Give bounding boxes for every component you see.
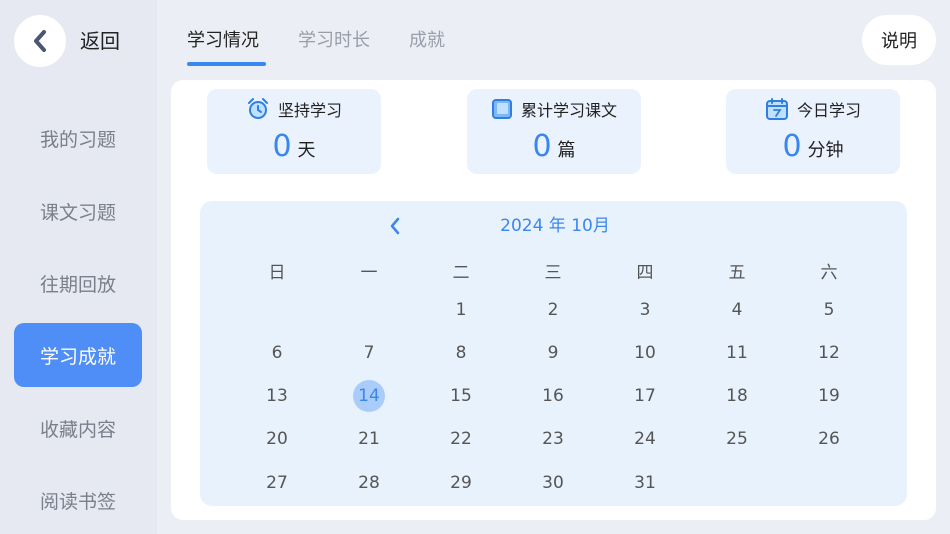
weekday-label: 二 — [452, 262, 470, 283]
calendar-day[interactable]: 27 — [259, 468, 295, 498]
calendar-day[interactable]: 18 — [719, 381, 755, 411]
weekday-label: 五 — [728, 262, 746, 283]
back-button[interactable] — [14, 15, 66, 67]
sidebar: 返回 我的习题 课文习题 往期回放 学习成就 收藏内容 阅读书签 — [0, 0, 157, 534]
calendar-day[interactable]: 2 — [535, 295, 571, 325]
stat-card-streak: 坚持学习 0 天 — [207, 89, 381, 174]
calendar-day[interactable]: 8 — [443, 338, 479, 368]
weekday-label: 一 — [360, 262, 378, 283]
weekday-label: 六 — [820, 262, 838, 283]
stat-value: 0 — [272, 129, 292, 164]
calendar-day[interactable]: 13 — [259, 381, 295, 411]
calendar-day[interactable]: 4 — [719, 295, 755, 325]
sidebar-item-replays[interactable]: 往期回放 — [14, 251, 142, 315]
calendar: 2024 年 10月 日一二三四五六 1 2 3 4 5 6 7 8 9 10 11 12 13 14 15 1… — [200, 201, 907, 506]
stat-unit: 分钟 — [807, 140, 844, 161]
weekday-label: 三 — [544, 262, 562, 283]
calendar-day[interactable]: 20 — [259, 424, 295, 454]
active-tab-indicator — [187, 62, 266, 66]
calendar-day[interactable]: 25 — [719, 424, 755, 454]
previous-month-button[interactable] — [384, 215, 406, 237]
book-icon — [491, 99, 512, 119]
calendar-day[interactable]: 26 — [811, 424, 847, 454]
calendar-day[interactable]: 9 — [535, 338, 571, 368]
calendar-day[interactable]: 19 — [811, 381, 847, 411]
stat-label: 今日学习 — [796, 101, 861, 120]
weekday-label: 日 — [268, 262, 286, 283]
calendar-day[interactable]: 6 — [259, 338, 295, 368]
sidebar-item-bookmarks[interactable]: 阅读书签 — [14, 468, 142, 532]
calendar-day[interactable]: 10 — [627, 338, 663, 368]
calendar-day[interactable]: 3 — [627, 295, 663, 325]
tab-achievements[interactable]: 成就 — [409, 29, 445, 53]
tab-study-duration[interactable]: 学习时长 — [298, 29, 370, 53]
calendar-day[interactable]: 5 — [811, 295, 847, 325]
content-card: 坚持学习 0 天 累计学习课文 0 篇 今日学习 0 分钟 2024 年 10月… — [171, 80, 936, 520]
calendar-day[interactable]: 17 — [627, 381, 663, 411]
calendar-day[interactable]: 24 — [627, 424, 663, 454]
alarm-clock-icon — [247, 98, 268, 119]
calendar-day[interactable]: 16 — [535, 381, 571, 411]
chevron-left-icon — [34, 30, 46, 52]
calendar-day[interactable]: 11 — [719, 338, 755, 368]
sidebar-item-achievements[interactable]: 学习成就 — [14, 323, 142, 387]
calendar-day[interactable]: 12 — [811, 338, 847, 368]
calendar-day[interactable]: 7 — [351, 338, 387, 368]
calendar-day[interactable]: 30 — [535, 468, 571, 498]
calendar-day-today[interactable]: 14 — [353, 380, 385, 412]
calendar-today-icon — [765, 98, 788, 120]
stat-card-today: 今日学习 0 分钟 — [726, 89, 900, 174]
stat-card-lessons: 累计学习课文 0 篇 — [467, 89, 641, 174]
calendar-day[interactable]: 23 — [535, 424, 571, 454]
stat-label: 坚持学习 — [277, 101, 342, 120]
stat-value: 0 — [532, 129, 552, 164]
stat-label: 累计学习课文 — [520, 101, 617, 120]
calendar-day[interactable]: 15 — [443, 381, 479, 411]
calendar-month-title: 2024 年 10月 — [500, 216, 610, 236]
sidebar-item-my-exercises[interactable]: 我的习题 — [14, 106, 142, 170]
stat-unit: 篇 — [557, 140, 576, 161]
calendar-day[interactable]: 28 — [351, 468, 387, 498]
help-button[interactable]: 说明 — [862, 15, 936, 65]
sidebar-item-favorites[interactable]: 收藏内容 — [14, 396, 142, 460]
calendar-day[interactable]: 21 — [351, 424, 387, 454]
weekday-label: 四 — [636, 262, 654, 283]
calendar-day[interactable]: 1 — [443, 295, 479, 325]
sidebar-item-text-exercises[interactable]: 课文习题 — [14, 179, 142, 243]
stat-value: 0 — [782, 129, 802, 164]
back-label[interactable]: 返回 — [80, 28, 120, 54]
calendar-day[interactable]: 29 — [443, 468, 479, 498]
chevron-left-icon — [390, 217, 400, 235]
tab-study-status[interactable]: 学习情况 — [187, 29, 259, 53]
stat-unit: 天 — [297, 140, 316, 161]
calendar-day[interactable]: 31 — [627, 468, 663, 498]
calendar-day[interactable]: 22 — [443, 424, 479, 454]
